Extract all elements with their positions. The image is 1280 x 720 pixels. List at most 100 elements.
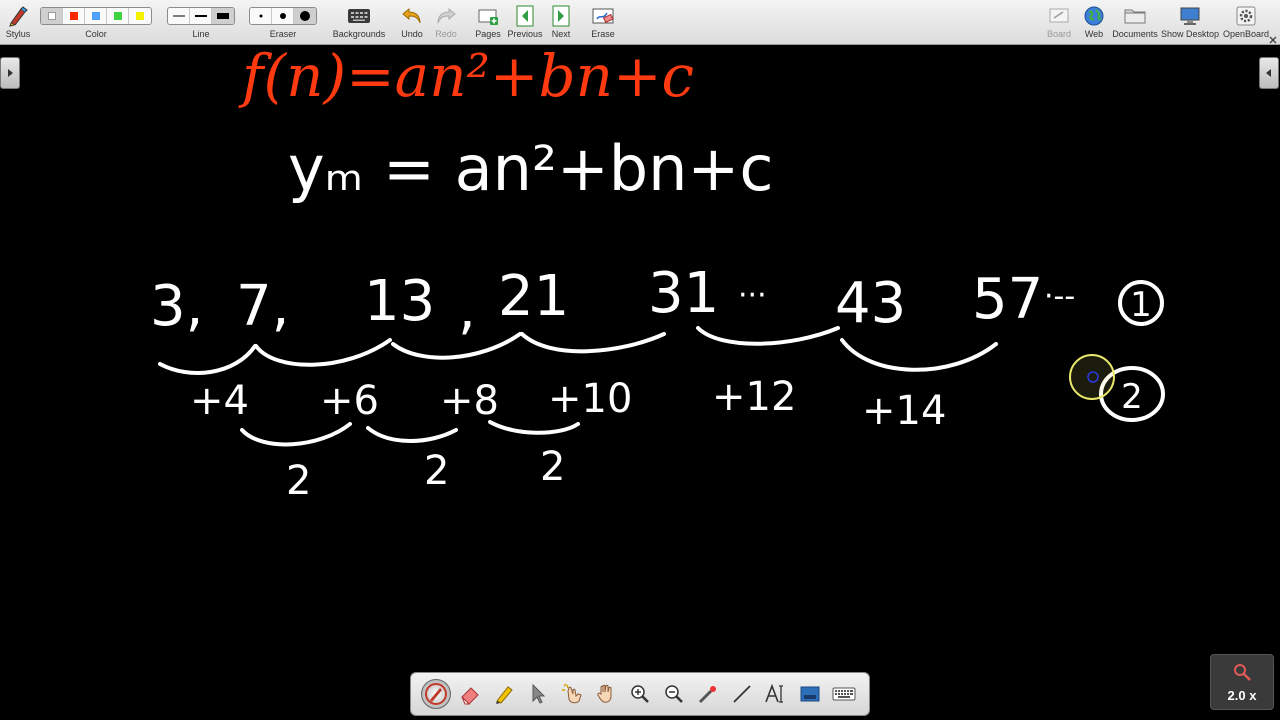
eraser-small-icon <box>259 14 262 18</box>
line-width-selector <box>167 7 235 25</box>
first-difference: +4 <box>190 378 249 424</box>
color-red-swatch[interactable] <box>63 8 85 24</box>
globe-icon <box>1084 6 1104 26</box>
folder-icon <box>1124 9 1146 24</box>
pages-label: Pages <box>475 29 501 39</box>
web-button[interactable]: Web <box>1080 3 1108 43</box>
yellow-swatch-icon <box>136 12 144 20</box>
sequence-term: 57 <box>972 267 1043 332</box>
erase-button[interactable]: Erase <box>589 3 617 43</box>
previous-button[interactable]: Previous <box>508 3 543 43</box>
board-label: Board <box>1046 29 1072 39</box>
first-difference: +6 <box>320 378 379 424</box>
board-icon <box>1049 8 1069 23</box>
zoom-in-tool-button[interactable] <box>625 679 655 709</box>
sequence-term: 7, <box>236 274 289 339</box>
eraser-large-icon <box>300 11 310 21</box>
second-difference-arcs <box>240 420 580 447</box>
pen-tool-button[interactable] <box>421 679 451 709</box>
text-tool-button[interactable] <box>761 679 791 709</box>
sequence-term: 31 <box>648 261 719 326</box>
close-icon <box>1269 36 1277 44</box>
second-difference: 2 <box>424 448 449 494</box>
line-thin-icon <box>172 15 185 17</box>
next-page-icon <box>552 5 570 27</box>
line-thin-option[interactable] <box>168 8 190 24</box>
laser-pointer-tool-button[interactable] <box>693 679 723 709</box>
white-formula: yₘ = an²+bn+c <box>288 132 773 205</box>
screenshot-icon <box>800 686 820 702</box>
sequence-term: 43 <box>835 271 906 336</box>
eraser-tool-button[interactable] <box>455 679 485 709</box>
openboard-label: OpenBoard <box>1222 29 1270 39</box>
circled-label-1: 1 <box>1118 280 1164 326</box>
zoom-indicator: 2.0 x <box>1210 654 1274 710</box>
redo-icon <box>437 7 456 24</box>
eraser-medium-option[interactable] <box>272 8 294 24</box>
line-tool-button[interactable] <box>727 679 757 709</box>
line-tool: Line <box>166 3 236 43</box>
eraser-medium-icon <box>279 13 286 19</box>
color-yellow-swatch[interactable] <box>129 8 151 24</box>
backgrounds-label: Backgrounds <box>332 29 386 39</box>
sequence-term: 3, <box>150 274 203 339</box>
interact-tool-button[interactable] <box>557 679 587 709</box>
circled-label-text: 1 <box>1130 285 1152 325</box>
stylus-tool[interactable]: Stylus <box>4 3 32 43</box>
first-difference: +12 <box>712 374 796 420</box>
main-toolbar: Stylus Color Line Eraser Backgrounds Und… <box>0 0 1280 45</box>
highlighter-icon <box>496 686 513 704</box>
pages-button[interactable]: Pages <box>474 3 502 43</box>
circled-label-text: 2 <box>1121 377 1143 417</box>
backgrounds-button[interactable]: Backgrounds <box>332 3 386 43</box>
first-difference: +10 <box>548 376 632 422</box>
add-page-icon <box>478 9 498 25</box>
marker-tool-button[interactable] <box>489 679 519 709</box>
eraser-label: Eraser <box>269 29 297 39</box>
eraser-large-option[interactable] <box>294 8 316 24</box>
close-toolbar-button[interactable] <box>1268 32 1278 44</box>
next-button[interactable]: Next <box>547 3 575 43</box>
line-label: Line <box>192 29 210 39</box>
eraser-small-option[interactable] <box>250 8 272 24</box>
redo-button[interactable]: Redo <box>432 3 460 43</box>
second-differences-row: 2 2 2 <box>286 444 565 504</box>
hand-tool-button[interactable] <box>591 679 621 709</box>
red-formula: f(n)=an²+bn+c <box>238 46 694 110</box>
undo-icon <box>402 7 421 24</box>
capture-tool-button[interactable] <box>795 679 825 709</box>
undo-button[interactable]: Undo <box>398 3 426 43</box>
line-thick-option[interactable] <box>212 8 234 24</box>
zoom-in-icon <box>631 685 649 703</box>
stylus-icon <box>9 6 28 27</box>
sequence-ellipsis: ·-- <box>1044 279 1075 314</box>
zoom-out-tool-button[interactable] <box>659 679 689 709</box>
documents-button[interactable]: Documents <box>1112 3 1158 43</box>
keyboard-icon <box>832 687 856 701</box>
undo-label: Undo <box>401 29 423 39</box>
sequence-term: , <box>458 277 476 342</box>
openboard-menu-button[interactable]: OpenBoard <box>1222 3 1270 43</box>
sequence-term: 21 <box>498 264 569 329</box>
first-difference: +14 <box>862 388 946 434</box>
color-green-swatch[interactable] <box>107 8 129 24</box>
line-medium-option[interactable] <box>190 8 212 24</box>
color-label: Color <box>85 29 107 39</box>
second-difference: 2 <box>540 444 565 490</box>
second-difference: 2 <box>286 458 311 504</box>
color-white-swatch[interactable] <box>41 8 63 24</box>
board-button[interactable]: Board <box>1045 3 1073 43</box>
color-blue-swatch[interactable] <box>85 8 107 24</box>
virtual-keyboard-button[interactable] <box>829 679 859 709</box>
keyboard-grid-icon <box>348 9 370 23</box>
red-swatch-icon <box>69 12 78 20</box>
show-desktop-button[interactable]: Show Desktop <box>1160 3 1220 43</box>
selector-tool-button[interactable] <box>523 679 553 709</box>
green-swatch-icon <box>113 12 122 20</box>
show-desktop-label: Show Desktop <box>1160 29 1220 39</box>
erase-board-icon <box>592 8 614 24</box>
eraser-tool: Eraser <box>248 3 318 43</box>
first-difference: +8 <box>440 378 499 424</box>
whiteboard-canvas[interactable]: f(n)=an²+bn+c yₘ = an²+bn+c 3, 7, 13 , 2… <box>0 42 1280 720</box>
pointer-cursor <box>1069 354 1115 400</box>
